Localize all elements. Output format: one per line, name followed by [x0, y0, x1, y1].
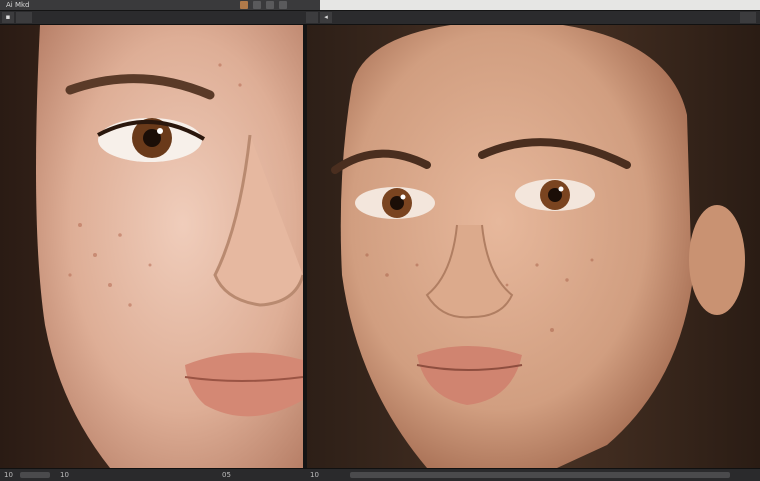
tool-icon[interactable]: [253, 1, 261, 9]
status-scrollbar[interactable]: [20, 472, 50, 478]
status-bar: 10 10 05 10: [0, 468, 760, 481]
tool-icon[interactable]: [240, 1, 248, 9]
document-tab-row: ▪ ◂: [0, 11, 760, 25]
portrait-image-left: [0, 25, 303, 468]
top-toolbar: Ai Mkd: [0, 0, 760, 11]
status-readout: 10: [4, 471, 13, 479]
toolbar-right-area: [320, 0, 760, 10]
app-title: Ai Mkd: [6, 1, 30, 9]
status-readout: 10: [310, 471, 319, 479]
status-scrollbar[interactable]: [350, 472, 730, 478]
status-readout: 05: [222, 471, 231, 479]
tab-doc-1[interactable]: ▪: [2, 12, 14, 23]
tool-icon[interactable]: [266, 1, 274, 9]
status-readout: 10: [60, 471, 69, 479]
tab-doc-2[interactable]: [16, 12, 32, 23]
toolbar-tools: [240, 1, 287, 9]
right-canvas-panel[interactable]: [307, 25, 760, 468]
left-canvas-panel[interactable]: [0, 25, 303, 468]
portrait-image-right: [307, 25, 760, 468]
tab-window[interactable]: [740, 12, 756, 23]
tool-icon[interactable]: [279, 1, 287, 9]
tab-doc-3[interactable]: [306, 12, 318, 23]
tab-nav-arrow[interactable]: ◂: [320, 12, 332, 23]
